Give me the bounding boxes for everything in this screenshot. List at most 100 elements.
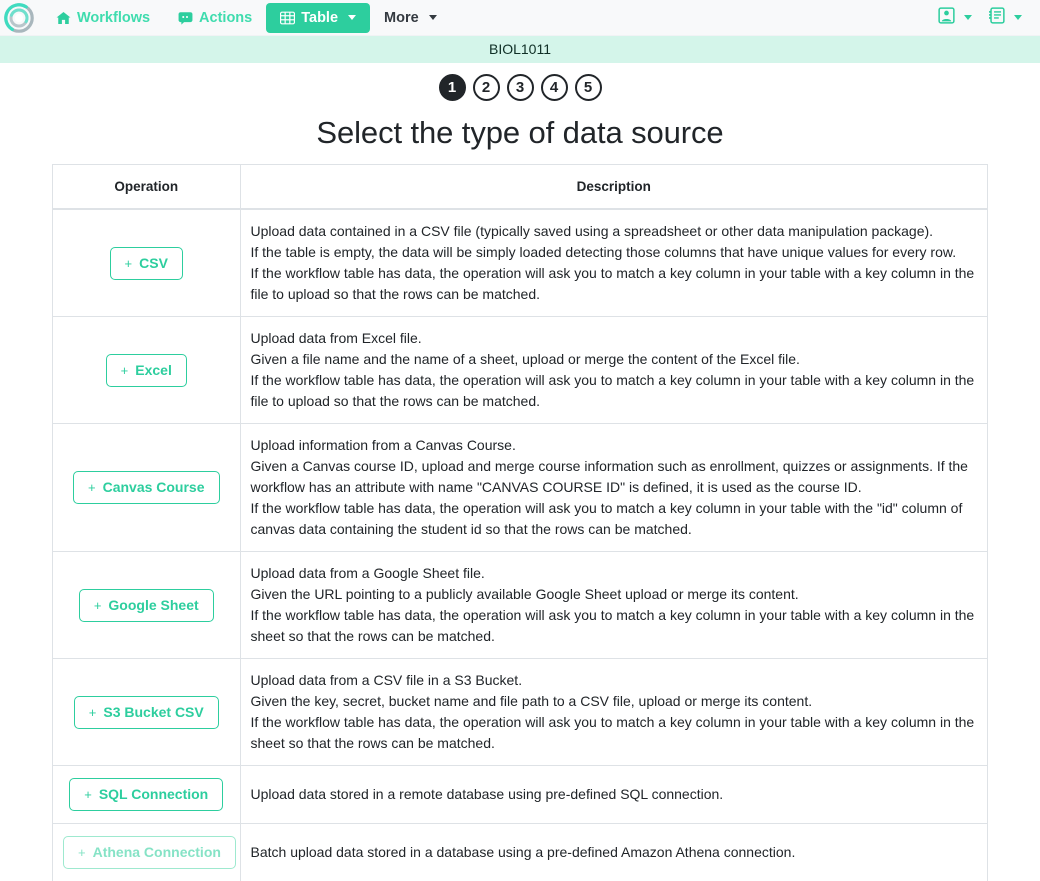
step-circle-3[interactable]: 3 (506, 74, 534, 101)
description-line: If the workflow table has data, the oper… (250, 265, 975, 302)
notes-list-icon (988, 6, 1005, 29)
description-line: Upload information from a Canvas Course. (250, 437, 516, 453)
home-icon (56, 11, 71, 25)
operation-button-label: CSV (139, 254, 168, 271)
description-cell: Upload data from a CSV file in a S3 Buck… (240, 658, 987, 766)
navbar-items: Workflows Actions Table More (42, 2, 451, 33)
operation-button-label: Athena Connection (92, 844, 221, 860)
table-row: + Athena Connection Batch upload data stor… (53, 823, 987, 881)
nav-logs-menu[interactable] (988, 6, 1022, 29)
description-line: Upload data stored in a remote database … (250, 786, 724, 802)
table-row: + Google Sheet Upload data from a Google S… (53, 551, 987, 659)
add-canvas-course-button[interactable]: + Canvas Course (72, 471, 220, 504)
step-number: 2 (481, 79, 491, 96)
chevron-down-icon (964, 15, 972, 20)
description-cell: Upload data from a Google Sheet file. Giv… (240, 551, 987, 659)
description-cell: Upload information from a Canvas Course.… (240, 423, 987, 552)
description-line: If the workflow table has data, the oper… (250, 607, 975, 644)
chevron-down-icon (428, 15, 437, 20)
step-indicator: 1 2 3 4 5 (0, 74, 1040, 101)
add-athena-connection-button[interactable]: + Athena Connection (63, 836, 236, 869)
step-circle-2[interactable]: 2 (472, 74, 500, 101)
plus-icon: + (87, 480, 96, 495)
nav-item-more-label: More (384, 9, 419, 26)
nav-item-actions-label: Actions (199, 9, 253, 26)
description-line: Given the URL pointing to a publicly ava… (250, 586, 799, 602)
page-title: Select the type of data source (316, 115, 724, 150)
ontask-ring-logo[interactable] (2, 1, 36, 35)
add-google-sheet-button[interactable]: + Google Sheet (78, 588, 214, 622)
operation-cell: + Google Sheet (53, 551, 241, 659)
table-header-row: Operation Description (53, 165, 987, 210)
add-excel-button[interactable]: + Excel (105, 353, 187, 387)
course-banner: BIOL1011 (0, 36, 1040, 63)
nav-item-table[interactable]: Table (266, 2, 371, 33)
description-line: If the workflow table has data, the oper… (250, 500, 963, 537)
comment-icon (178, 11, 193, 25)
navbar-right-group (938, 6, 1032, 29)
description-cell: Upload data contained in a CSV file (typ… (240, 208, 987, 317)
description-cell: Batch upload data stored in a database u… (240, 823, 987, 881)
operation-cell: + Excel (53, 316, 241, 424)
operation-cell: + Canvas Course (53, 423, 241, 552)
table-row: + CSV Upload data contained in a CSV file … (53, 208, 987, 317)
step-number: 4 (549, 79, 559, 96)
chevron-down-icon (348, 15, 357, 20)
add-s3-bucket-csv-button[interactable]: + S3 Bucket CSV (73, 695, 219, 729)
step-circle-4[interactable]: 4 (540, 74, 568, 101)
nav-item-actions[interactable]: Actions (164, 3, 266, 33)
operation-button-label: Google Sheet (108, 596, 199, 613)
table-head: Operation Description (53, 165, 987, 210)
operation-cell: + S3 Bucket CSV (53, 658, 241, 766)
nav-item-more[interactable]: More (370, 3, 451, 33)
table-row: + S3 Bucket CSV Upload data from a CSV fil… (53, 658, 987, 766)
step-circle-5[interactable]: 5 (574, 74, 602, 101)
operation-cell: + CSV (53, 208, 241, 317)
data-source-table: Operation Description + CSV Upload data co… (53, 165, 987, 881)
nav-user-menu[interactable] (938, 6, 972, 29)
description-line: Batch upload data stored in a database u… (250, 844, 796, 860)
chevron-down-icon (1014, 15, 1022, 20)
nav-item-workflows-label: Workflows (77, 9, 151, 26)
plus-icon: + (124, 255, 133, 271)
step-number: 3 (515, 79, 525, 96)
column-header-description: Description (240, 165, 987, 210)
plus-icon: + (120, 362, 129, 378)
table-body: + CSV Upload data contained in a CSV file … (53, 208, 987, 881)
nav-item-table-label: Table (301, 9, 339, 26)
description-cell: Upload data from Excel file. Given a file… (240, 316, 987, 424)
description-line: Upload data from Excel file. (250, 330, 422, 346)
table-grid-icon (280, 11, 296, 25)
add-csv-button[interactable]: + CSV (109, 246, 183, 280)
step-number: 5 (583, 79, 593, 96)
description-line: Upload data from a CSV file in a S3 Buck… (250, 672, 523, 688)
description-line: Upload data contained in a CSV file (typ… (250, 223, 934, 239)
description-line: If the workflow table has data, the oper… (250, 372, 975, 409)
user-card-icon (938, 6, 955, 29)
table-row: + Canvas Course Upload information from a … (53, 423, 987, 552)
description-line: Given the key, secret, bucket name and f… (250, 693, 813, 709)
description-line: Given a file name and the name of a shee… (250, 351, 800, 367)
description-cell: Upload data stored in a remote database … (240, 765, 987, 824)
step-circle-1[interactable]: 1 (438, 74, 466, 101)
step-number: 1 (447, 79, 457, 96)
operation-button-label: SQL Connection (98, 786, 209, 802)
plus-icon: + (84, 787, 92, 802)
operation-button-label: S3 Bucket CSV (103, 703, 204, 720)
operation-cell: + Athena Connection (53, 823, 241, 881)
data-source-table-wrapper: Operation Description + CSV Upload data co… (52, 164, 988, 881)
plus-icon: + (93, 597, 102, 613)
description-line: If the workflow table has data, the oper… (250, 714, 975, 751)
operation-cell: + SQL Connection (53, 765, 241, 824)
table-row: + SQL Connection Upload data stored in a r… (53, 765, 987, 824)
nav-item-workflows[interactable]: Workflows (42, 3, 164, 33)
plus-icon: + (88, 704, 97, 720)
plus-icon: + (78, 845, 86, 860)
column-header-operation: Operation (53, 165, 241, 210)
table-row: + Excel Upload data from Excel file. Given … (53, 316, 987, 424)
top-navbar: Workflows Actions Table More (0, 0, 1040, 36)
description-line: Given a Canvas course ID, upload and mer… (250, 458, 968, 495)
add-sql-connection-button[interactable]: + SQL Connection (69, 778, 224, 811)
description-line: If the table is empty, the data will be … (250, 244, 957, 260)
description-line: Upload data from a Google Sheet file. (250, 565, 485, 581)
